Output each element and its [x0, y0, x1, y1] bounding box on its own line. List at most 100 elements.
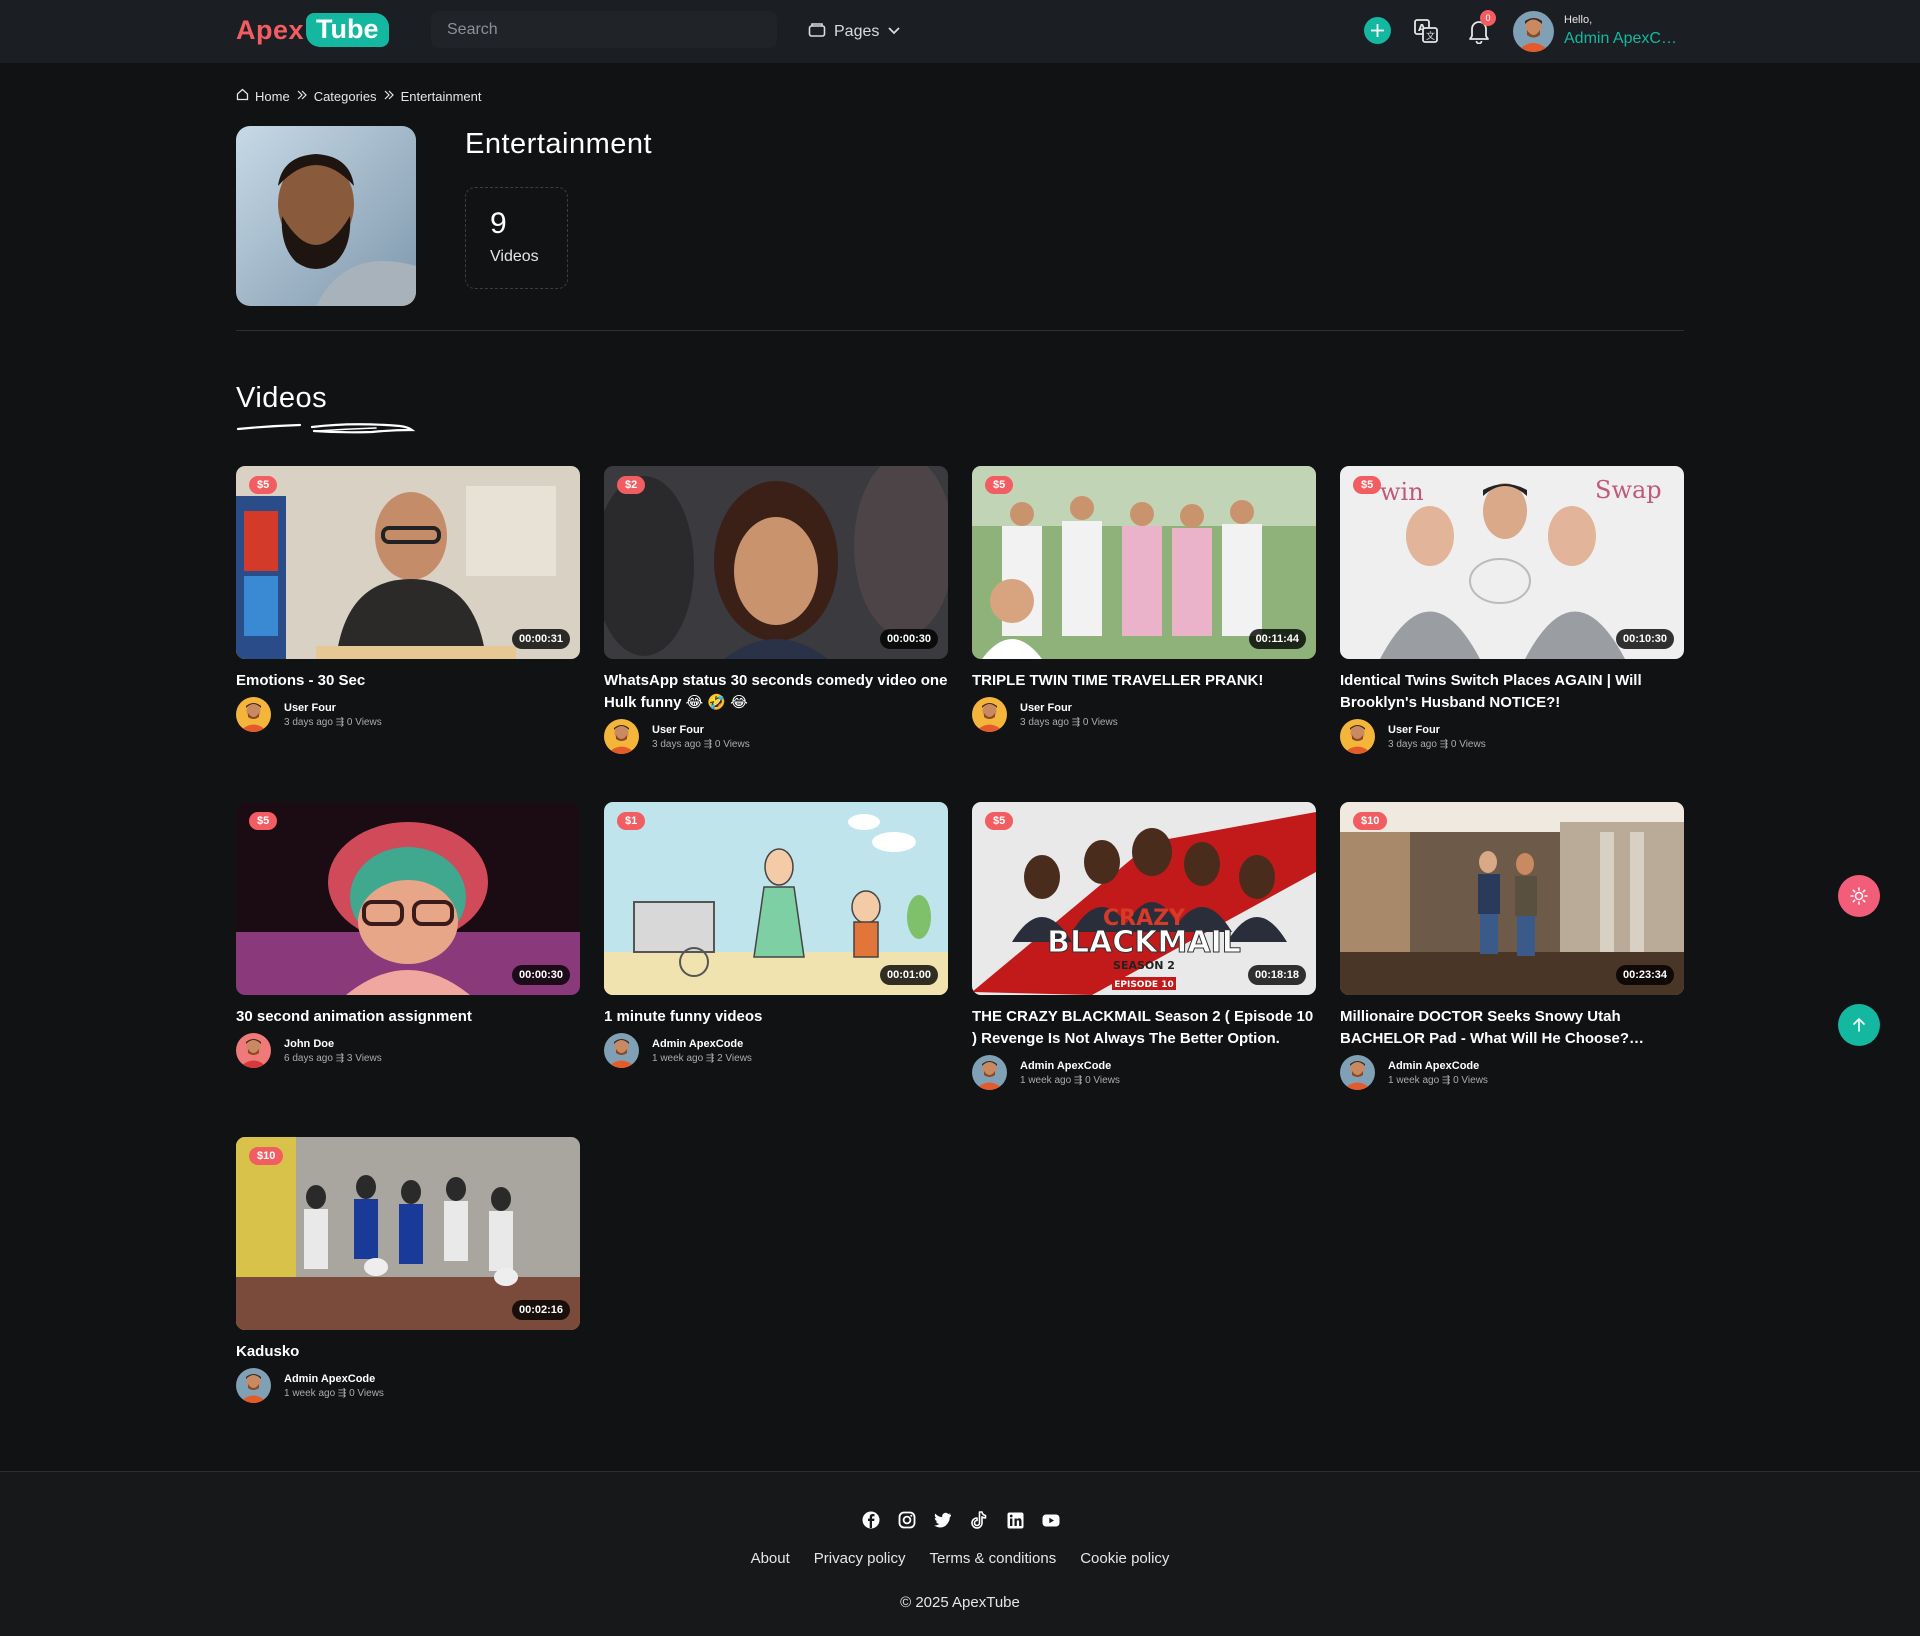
plus-icon	[1371, 24, 1384, 37]
uploader-avatar[interactable]	[972, 1055, 1007, 1090]
uploader-name[interactable]: User Four	[284, 702, 382, 714]
video-stats: 6 days ago ⇶ 3 Views	[284, 1052, 382, 1064]
footer-link-about[interactable]: About	[751, 1550, 790, 1567]
uploader-name[interactable]: User Four	[1020, 702, 1118, 714]
uploader-avatar[interactable]	[236, 697, 271, 732]
video-card[interactable]: $10 00:02:16 Kadusko Admin ApexCode 1 we…	[236, 1137, 580, 1403]
facebook-icon[interactable]	[861, 1510, 881, 1530]
breadcrumb-categories[interactable]: Categories	[314, 89, 377, 104]
uploader-name[interactable]: Admin ApexCode	[284, 1373, 384, 1385]
price-badge: $5	[249, 812, 278, 830]
footer-link-cookie[interactable]: Cookie policy	[1080, 1550, 1169, 1567]
svg-text:文: 文	[1426, 30, 1435, 42]
social-links	[861, 1510, 1061, 1530]
video-stats: 3 days ago ⇶ 0 Views	[284, 716, 382, 728]
duration-badge: 00:01:00	[879, 965, 938, 985]
duration-badge: 00:02:16	[511, 1300, 570, 1320]
videos-section-title: Videos	[236, 382, 328, 414]
greeting-text: Hello,	[1564, 14, 1593, 26]
pages-dropdown[interactable]: Pages	[808, 20, 901, 44]
scroll-to-top-button[interactable]	[1838, 1004, 1880, 1046]
video-card[interactable]: $10 00:23:34 Millionaire DOCTOR Seeks Sn…	[1340, 802, 1684, 1090]
uploader-avatar[interactable]	[1340, 1055, 1375, 1090]
logo-tube-text: Tube	[306, 13, 389, 47]
uploader-name[interactable]: Admin ApexCode	[1388, 1060, 1488, 1072]
uploader-avatar[interactable]	[604, 1033, 639, 1068]
uploader-avatar[interactable]	[236, 1368, 271, 1403]
apextube-logo[interactable]: Apex Tube	[236, 12, 389, 48]
video-stats: 1 week ago ⇶ 0 Views	[1388, 1074, 1488, 1086]
video-meta: Admin ApexCode 1 week ago ⇶ 0 Views	[1340, 1055, 1684, 1090]
thumb-text-swap: Swap	[1595, 476, 1662, 504]
video-card[interactable]: CRAZY BLACKMAIL SEASON 2 EPISODE 10 $5 0…	[972, 802, 1316, 1090]
video-title[interactable]: THE CRAZY BLACKMAIL Season 2 ( Episode 1…	[972, 1006, 1316, 1050]
video-card[interactable]: $5 00:11:44 TRIPLE TWIN TIME TRAVELLER P…	[972, 466, 1316, 732]
uploader-avatar[interactable]	[236, 1033, 271, 1068]
instagram-icon[interactable]	[897, 1510, 917, 1530]
uploader-name[interactable]: Admin ApexCode	[1020, 1060, 1120, 1072]
section-divider	[236, 330, 1684, 331]
home-icon	[236, 88, 249, 104]
uploader-avatar[interactable]	[1340, 719, 1375, 754]
video-thumbnail[interactable]: win Swap $5 00:10:30	[1340, 466, 1684, 659]
video-thumbnail[interactable]: $5 00:00:31	[236, 466, 580, 659]
translate-icon: A文	[1414, 19, 1438, 43]
uploader-name[interactable]: John Doe	[284, 1038, 382, 1050]
translate-button[interactable]: A文	[1411, 16, 1441, 46]
video-card[interactable]: $1 00:01:00 1 minute funny videos Admin …	[604, 802, 948, 1068]
video-title[interactable]: Kadusko	[236, 1341, 580, 1363]
video-card[interactable]: $5 00:00:30 30 second animation assignme…	[236, 802, 580, 1068]
duration-badge: 00:18:18	[1247, 965, 1306, 985]
duration-badge: 00:10:30	[1615, 629, 1674, 649]
video-title[interactable]: Identical Twins Switch Places AGAIN | Wi…	[1340, 670, 1684, 714]
duration-badge: 00:23:34	[1615, 965, 1674, 985]
video-count-box: 9 Videos	[465, 187, 568, 289]
theme-toggle-button[interactable]	[1838, 875, 1880, 917]
video-thumbnail[interactable]: CRAZY BLACKMAIL SEASON 2 EPISODE 10 $5 0…	[972, 802, 1316, 995]
uploader-name[interactable]: Admin ApexCode	[652, 1038, 752, 1050]
video-card[interactable]: $5 00:00:31 Emotions - 30 Sec User Four …	[236, 466, 580, 732]
footer-link-terms[interactable]: Terms & conditions	[929, 1550, 1056, 1567]
video-meta: User Four 3 days ago ⇶ 0 Views	[1340, 719, 1684, 754]
footer-links: About Privacy policy Terms & conditions …	[0, 1550, 1920, 1567]
youtube-icon[interactable]	[1041, 1510, 1061, 1530]
video-card[interactable]: $2 00:00:30 WhatsApp status 30 seconds c…	[604, 466, 948, 754]
video-title[interactable]: TRIPLE TWIN TIME TRAVELLER PRANK!	[972, 670, 1316, 692]
video-thumbnail[interactable]: $1 00:01:00	[604, 802, 948, 995]
duration-badge: 00:00:30	[879, 629, 938, 649]
logo-apex-text: Apex	[236, 14, 305, 45]
video-title[interactable]: WhatsApp status 30 seconds comedy video …	[604, 670, 948, 714]
video-title[interactable]: 1 minute funny videos	[604, 1006, 948, 1028]
video-thumbnail[interactable]: $5 00:00:30	[236, 802, 580, 995]
video-stats: 3 days ago ⇶ 0 Views	[1020, 716, 1118, 728]
search-input[interactable]	[431, 11, 777, 48]
uploader-avatar[interactable]	[972, 697, 1007, 732]
video-title[interactable]: Millionaire DOCTOR Seeks Snowy Utah BACH…	[1340, 1006, 1684, 1050]
video-thumbnail[interactable]: $2 00:00:30	[604, 466, 948, 659]
header-username[interactable]: Admin ApexCode	[1564, 30, 1684, 48]
linkedin-icon[interactable]	[1005, 1510, 1025, 1530]
video-thumbnail[interactable]: $10 00:23:34	[1340, 802, 1684, 995]
sun-icon	[1850, 887, 1868, 905]
video-thumbnail[interactable]: $5 00:11:44	[972, 466, 1316, 659]
video-title[interactable]: Emotions - 30 Sec	[236, 670, 580, 692]
breadcrumb-current: Entertainment	[400, 88, 482, 104]
tiktok-icon[interactable]	[969, 1510, 989, 1530]
upload-plus-button[interactable]	[1364, 17, 1391, 44]
user-avatar[interactable]	[1513, 11, 1554, 52]
video-meta: User Four 3 days ago ⇶ 0 Views	[972, 697, 1316, 732]
uploader-avatar[interactable]	[604, 719, 639, 754]
duration-badge: 00:11:44	[1248, 629, 1306, 649]
video-title[interactable]: 30 second animation assignment	[236, 1006, 580, 1028]
breadcrumb-separator-icon	[383, 89, 395, 104]
notification-count-badge: 0	[1480, 10, 1496, 26]
uploader-name[interactable]: User Four	[1388, 724, 1486, 736]
breadcrumb-home[interactable]: Home	[255, 89, 290, 104]
video-card[interactable]: win Swap $5 00:10:30 Identical Twins Swi…	[1340, 466, 1684, 754]
thumb-text-season: SEASON 2	[1113, 959, 1175, 972]
uploader-name[interactable]: User Four	[652, 724, 750, 736]
twitter-icon[interactable]	[933, 1510, 953, 1530]
price-badge: $2	[617, 476, 646, 494]
video-thumbnail[interactable]: $10 00:02:16	[236, 1137, 580, 1330]
footer-link-privacy[interactable]: Privacy policy	[814, 1550, 906, 1567]
